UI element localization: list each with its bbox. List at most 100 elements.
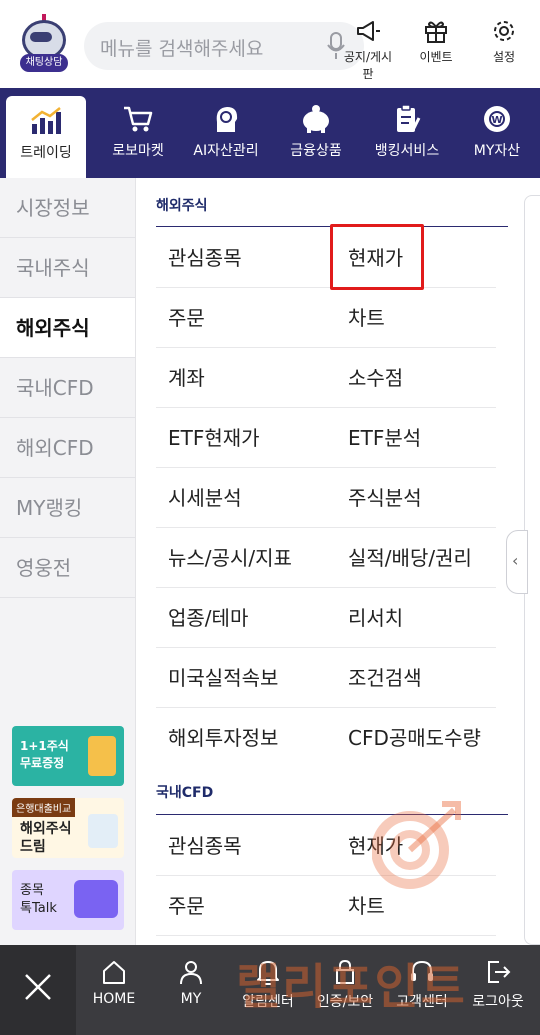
current-price-highlight-box	[330, 224, 424, 290]
tab-financial-products-label: 금융상품	[290, 143, 342, 159]
left-menu-domestic-cfd[interactable]: 국내CFD	[0, 358, 135, 418]
promo-phone-image	[88, 736, 116, 776]
promo-loan-line1: 해외주식	[20, 821, 72, 837]
menu-etf-price[interactable]: ETF현재가	[168, 408, 260, 468]
menu-stock-analysis[interactable]: 주식분석	[348, 468, 422, 528]
target-watermark-icon	[372, 801, 461, 889]
chevron-left-icon: ‹	[512, 551, 519, 570]
section-title-overseas-stock: 해외주식	[156, 198, 208, 214]
menu-condition-search[interactable]: 조건검색	[348, 648, 422, 708]
promo-chat-bubble-image	[74, 880, 118, 918]
tab-banking-service-label: 뱅킹서비스	[374, 143, 440, 159]
promo-loan-compare-banner[interactable]: 은행대출비교 해외주식드림	[12, 798, 124, 858]
document-icon	[397, 104, 421, 132]
bottom-logout-button[interactable]: 로그아웃	[460, 959, 536, 1011]
tab-ai-asset[interactable]: AI자산관리	[186, 88, 266, 178]
promo-talk-line1: 종목	[20, 883, 44, 898]
cart-icon	[124, 106, 153, 132]
section-title-domestic-cfd: 국내CFD	[156, 785, 214, 801]
tab-ai-asset-label: AI자산관리	[193, 143, 259, 159]
notice-board-button[interactable]: 공지/게시판	[340, 18, 396, 82]
promo-stock-talk-banner[interactable]: 종목톡Talk	[12, 870, 124, 930]
tab-trading[interactable]: 트레이딩	[6, 96, 86, 178]
menu-cfd-watchlist[interactable]: 관심종목	[168, 816, 242, 876]
close-icon	[25, 974, 51, 1000]
promo-free-stock-line2: 무료증정	[20, 756, 65, 770]
gift-icon	[425, 21, 447, 43]
left-menu-overseas-stock[interactable]: 해외주식	[0, 298, 135, 358]
top-bar: 채팅상담 메뉴를 검색해주세요 공지/게시판 이벤트 설정	[0, 0, 540, 88]
menu-overseas-invest-info[interactable]: 해외투자정보	[168, 708, 278, 768]
tab-robo-market[interactable]: 로보마켓	[100, 88, 176, 178]
menu-order[interactable]: 주문	[168, 288, 205, 348]
promo-dice-image	[88, 814, 118, 848]
won-coin-icon: W	[484, 106, 510, 132]
menu-row: 시세분석 주식분석	[156, 468, 496, 528]
menu-row: ETF현재가 ETF분석	[156, 408, 496, 468]
promo-loan-line2: 드림	[20, 839, 46, 855]
promo-talk-line2: 톡Talk	[20, 901, 57, 916]
menu-row: 관심종목 현재가	[156, 228, 496, 288]
menu-cfd-order[interactable]: 주문	[168, 876, 205, 936]
menu-watchlist[interactable]: 관심종목	[168, 228, 242, 288]
promo-free-stock-banner[interactable]: 1+1주식무료증정	[12, 726, 124, 786]
promo-free-stock-line1: 1+1주식	[20, 739, 69, 753]
tab-trading-label: 트레이딩	[20, 145, 72, 161]
side-drawer-handle[interactable]: ‹	[506, 530, 528, 594]
piggy-bank-icon	[303, 105, 329, 133]
settings-button[interactable]: 설정	[476, 18, 532, 82]
bottom-my-label: MY	[180, 991, 202, 1007]
menu-quote-analysis[interactable]: 시세분석	[168, 468, 242, 528]
megaphone-icon	[357, 21, 380, 41]
bottom-my-button[interactable]: MY	[153, 959, 229, 1007]
chatbot-eyes	[30, 32, 52, 42]
left-menu-domestic-stock[interactable]: 국내주식	[0, 238, 135, 298]
menu-chart[interactable]: 차트	[348, 288, 385, 348]
promo-loan-compare-tag: 은행대출비교	[12, 798, 76, 817]
tab-my-asset-label: MY자산	[473, 143, 521, 159]
bottom-home-label: HOME	[92, 991, 136, 1007]
tab-financial-products[interactable]: 금융상품	[278, 88, 354, 178]
tab-my-asset[interactable]: W MY자산	[462, 88, 532, 178]
tab-robo-market-label: 로보마켓	[112, 143, 164, 159]
person-icon	[180, 961, 202, 985]
menu-row: 뉴스/공시/지표 실적/배당/권리	[156, 528, 496, 588]
menu-row: 업종/테마 리서치	[156, 588, 496, 648]
search-placeholder: 메뉴를 검색해주세요	[100, 38, 264, 60]
menu-research[interactable]: 리서치	[348, 588, 403, 648]
chart-icon	[31, 107, 61, 134]
left-menu-hero[interactable]: 영웅전	[0, 538, 135, 598]
menu-row: 계좌 소수점	[156, 348, 496, 408]
notice-board-label: 공지/게시판	[343, 50, 393, 81]
menu-us-earnings-flash[interactable]: 미국실적속보	[168, 648, 278, 708]
event-button[interactable]: 이벤트	[408, 18, 464, 82]
menu-account[interactable]: 계좌	[168, 348, 205, 408]
category-nav: 트레이딩 로보마켓 AI자산관리 금융상품 뱅킹서비스 W MY자산	[0, 88, 540, 178]
bottom-home-button[interactable]: HOME	[76, 959, 152, 1007]
menu-etf-analysis[interactable]: ETF분석	[348, 408, 421, 468]
menu-news-disclosure[interactable]: 뉴스/공시/지표	[168, 528, 292, 588]
menu-earnings-dividend[interactable]: 실적/배당/권리	[348, 528, 472, 588]
menu-row: 주문 차트	[156, 288, 496, 348]
left-menu-market-info[interactable]: 시장정보	[0, 178, 135, 238]
site-watermark: 랠리포인트	[236, 959, 467, 1015]
gear-icon	[494, 21, 514, 41]
logout-icon	[488, 961, 511, 983]
event-label: 이벤트	[419, 50, 453, 64]
ai-head-icon	[216, 107, 238, 132]
left-menu-overseas-cfd[interactable]: 해외CFD	[0, 418, 135, 478]
menu-sector-theme[interactable]: 업종/테마	[168, 588, 248, 648]
menu-row: 미국실적속보 조건검색	[156, 648, 496, 708]
menu-row: 해외투자정보 CFD공매도수량	[156, 708, 496, 768]
menu-cfd-short-volume[interactable]: CFD공매도수량	[348, 708, 481, 768]
bottom-logout-label: 로그아웃	[472, 994, 524, 1010]
left-menu-my-ranking[interactable]: MY랭킹	[0, 478, 135, 538]
search-input[interactable]: 메뉴를 검색해주세요	[84, 22, 364, 70]
chatbot-button[interactable]: 채팅상담	[16, 14, 72, 74]
menu-fractional[interactable]: 소수점	[348, 348, 403, 408]
home-icon	[103, 961, 125, 984]
settings-label: 설정	[492, 50, 516, 64]
svg-text:W: W	[491, 115, 502, 126]
close-button[interactable]	[0, 945, 76, 1035]
tab-banking-service[interactable]: 뱅킹서비스	[364, 88, 450, 178]
